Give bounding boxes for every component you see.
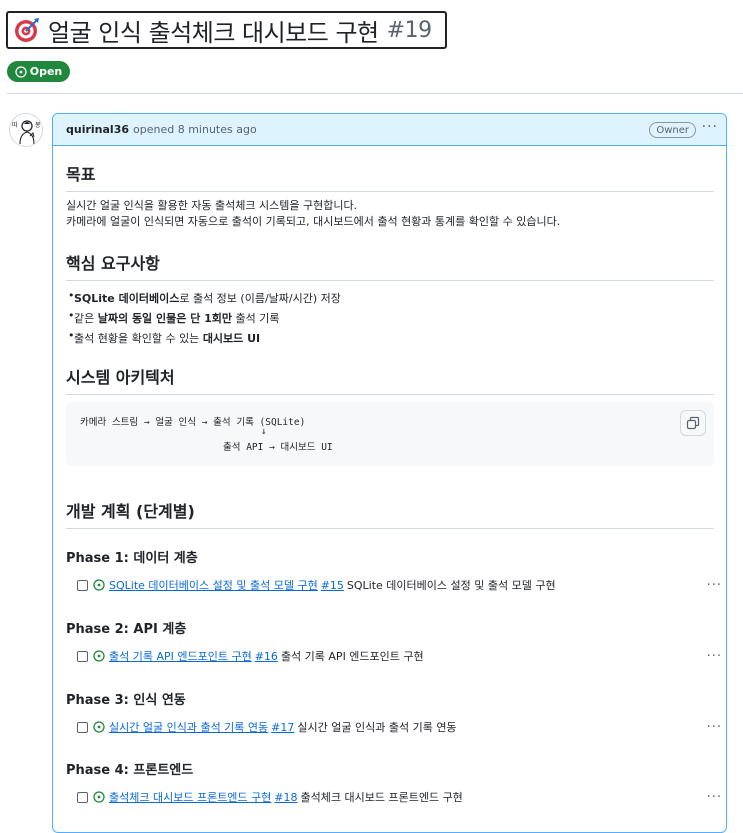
comment-author[interactable]: quirinal36 bbox=[66, 123, 129, 136]
task-checkbox[interactable] bbox=[77, 721, 88, 733]
code-line: 카메라 스트림 → 얼굴 인식 → 출석 기록 (SQLite) bbox=[80, 417, 306, 428]
task-issue-number[interactable]: #16 bbox=[255, 650, 278, 663]
task-issue-link[interactable]: 출석 기록 API 엔드포인트 구현 bbox=[109, 648, 252, 664]
avatar[interactable]: 따 봉 bbox=[9, 113, 43, 147]
task-item: 출석 기록 API 엔드포인트 구현 #16 출석 기록 API 엔드포인트 구… bbox=[77, 647, 721, 665]
avatar-image: 따 봉 bbox=[12, 120, 41, 145]
task-checkbox[interactable] bbox=[77, 579, 88, 591]
task-issue-link[interactable]: 출석체크 대시보드 프론트엔드 구현 bbox=[109, 789, 271, 805]
issue-title-box[interactable]: 얼굴 인식 출석체크 대시보드 구현 #19 bbox=[6, 11, 447, 49]
task-item: 출석체크 대시보드 프론트엔드 구현 #18 출석체크 대시보드 프론트엔드 구… bbox=[77, 788, 721, 806]
header-divider bbox=[7, 93, 743, 94]
task-options-kebab-icon[interactable]: ··· bbox=[707, 649, 722, 664]
copy-icon bbox=[686, 416, 700, 430]
code-line: 출석 API → 대시보드 UI bbox=[223, 442, 333, 453]
architecture-code-block: 카메라 스트림 → 얼굴 인식 → 출석 기록 (SQLite) ↓ 출석 AP… bbox=[66, 402, 714, 466]
issue-title: 얼굴 인식 출석체크 대시보드 구현 bbox=[48, 18, 379, 47]
task-issue-number[interactable]: #18 bbox=[274, 791, 297, 804]
requirement-item: SQLite 데이터베이스로 출석 정보 (이름/날짜/시간) 저장 bbox=[68, 289, 341, 306]
requirement-item: 출석 현황을 확인할 수 있는 대시보드 UI bbox=[68, 329, 260, 346]
svg-text:봉: 봉 bbox=[35, 121, 41, 129]
comment-options-kebab-icon[interactable]: ··· bbox=[702, 119, 718, 135]
task-options-kebab-icon[interactable]: ··· bbox=[707, 578, 722, 593]
issue-open-icon bbox=[93, 791, 105, 803]
heading-goal: 목표 bbox=[66, 161, 714, 192]
issue-open-icon bbox=[15, 65, 27, 78]
svg-text:따: 따 bbox=[12, 121, 18, 129]
phase-title: Phase 3: 인식 연동 bbox=[66, 693, 186, 708]
task-options-kebab-icon[interactable]: ··· bbox=[707, 790, 722, 805]
status-badge: Open bbox=[7, 61, 70, 82]
goal-line-2: 카메라에 얼굴이 인식되면 자동으로 출석이 기록되고, 대시보드에서 출석 현… bbox=[66, 215, 561, 228]
task-description: SQLite 데이터베이스 설정 및 출석 모델 구현 bbox=[346, 579, 556, 592]
task-item: SQLite 데이터베이스 설정 및 출석 모델 구현 #15 SQLite 데… bbox=[77, 576, 721, 594]
requirement-item: 같은 날짜의 동일 인물은 단 1회만 출석 기록 bbox=[68, 309, 280, 326]
task-description: 출석체크 대시보드 프론트엔드 구현 bbox=[300, 791, 463, 804]
phase-title: Phase 4: 프론트엔드 bbox=[66, 763, 194, 778]
task-checkbox[interactable] bbox=[77, 650, 88, 662]
heading-architecture: 시스템 아키텍처 bbox=[66, 364, 714, 395]
heading-requirements: 핵심 요구사항 bbox=[66, 250, 714, 281]
phase-title: Phase 1: 데이터 계층 bbox=[66, 551, 198, 566]
owner-badge: Owner bbox=[649, 122, 696, 138]
status-label: Open bbox=[29, 65, 63, 78]
issue-open-icon bbox=[93, 721, 105, 733]
task-issue-number[interactable]: #15 bbox=[321, 579, 344, 592]
comment-header: quirinal36 opened 8 minutes ago bbox=[53, 114, 726, 146]
task-item: 실시간 얼굴 인식과 출석 기록 연동 #17 실시간 얼굴 인식과 출석 기록… bbox=[77, 718, 721, 736]
issue-open-icon bbox=[93, 579, 105, 591]
issue-number: #19 bbox=[386, 17, 432, 43]
task-issue-link[interactable]: SQLite 데이터베이스 설정 및 출석 모델 구현 bbox=[109, 577, 318, 593]
issue-comment: quirinal36 opened 8 minutes ago Owner ··… bbox=[52, 113, 727, 833]
copy-button[interactable] bbox=[680, 410, 706, 436]
goal-line-1: 실시간 얼굴 인식을 활용한 자동 출석체크 시스템을 구현합니다. bbox=[66, 199, 358, 212]
task-description: 출석 기록 API 엔드포인트 구현 bbox=[280, 650, 424, 663]
task-description: 실시간 얼굴 인식과 출석 기록 연동 bbox=[297, 721, 457, 734]
comment-meta[interactable]: opened 8 minutes ago bbox=[133, 123, 257, 136]
task-issue-number[interactable]: #17 bbox=[271, 721, 294, 734]
dart-target-icon bbox=[15, 18, 39, 42]
task-options-kebab-icon[interactable]: ··· bbox=[707, 720, 722, 735]
heading-plan: 개발 계획 (단계별) bbox=[66, 498, 714, 529]
code-line: ↓ bbox=[261, 426, 267, 437]
task-checkbox[interactable] bbox=[77, 791, 88, 803]
phase-title: Phase 2: API 계층 bbox=[66, 622, 187, 637]
task-issue-link[interactable]: 실시간 얼굴 인식과 출석 기록 연동 bbox=[109, 719, 268, 735]
issue-open-icon bbox=[93, 650, 105, 662]
